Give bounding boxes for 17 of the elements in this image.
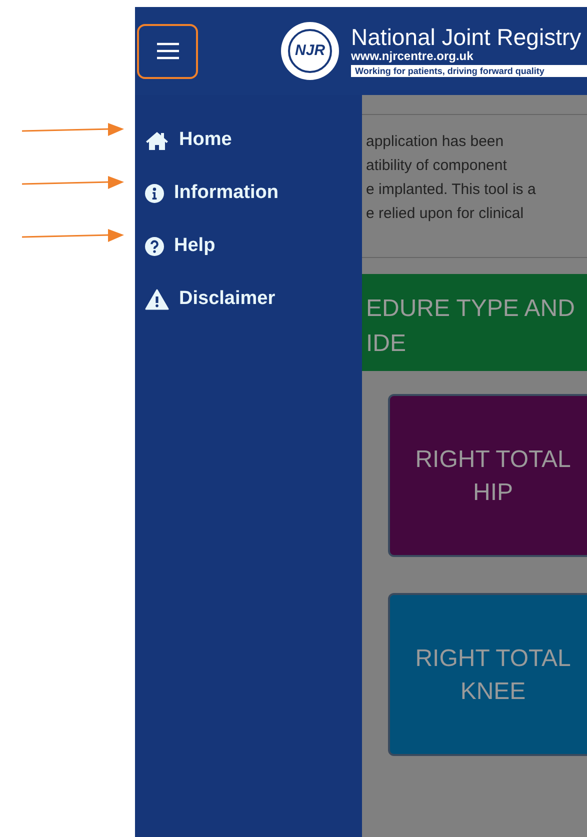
site-url: www.njrcentre.org.uk	[351, 49, 474, 63]
section-banner: EDURE TYPE AND IDE	[362, 274, 587, 371]
menu-item[interactable]: Information	[135, 167, 278, 220]
info-icon	[145, 184, 164, 203]
menu-icon	[156, 41, 180, 61]
menu-button[interactable]	[137, 24, 198, 78]
procedure-tile[interactable]: RIGHT TOTAL HIP	[388, 394, 587, 557]
tagline-banner: Working for patients, driving forward quality	[351, 65, 587, 77]
help-icon	[145, 237, 164, 256]
menu-item[interactable]: Help	[135, 220, 216, 273]
logo-text: NJR	[295, 40, 326, 61]
warning-icon	[145, 289, 169, 310]
menu-item[interactable]: Home	[135, 114, 232, 167]
site-title: National Joint Registry	[351, 25, 582, 49]
home-icon	[145, 130, 169, 150]
notice-text: application has been atibility of component e implanted. This tool is a e relied upon for clinical	[362, 115, 587, 258]
menu-item[interactable]: Disclaimer	[135, 273, 276, 326]
